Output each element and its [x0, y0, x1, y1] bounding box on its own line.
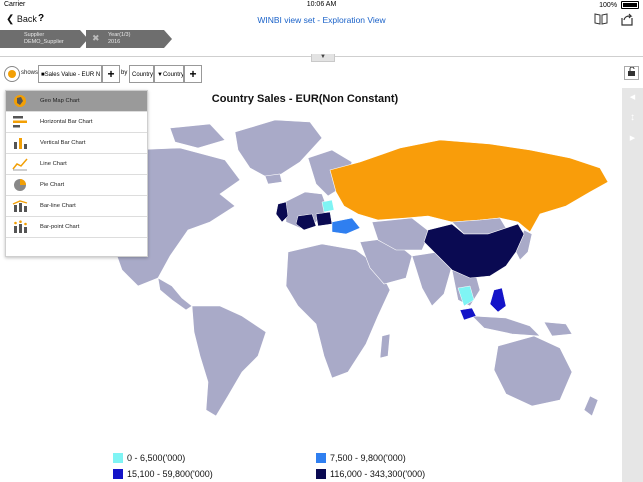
breadcrumb-arrow: [164, 30, 172, 48]
close-icon[interactable]: ✖: [92, 33, 100, 44]
menu-item-geo-map[interactable]: Geo Map Chart: [6, 91, 147, 112]
chart-title: Country Sales - EUR(Non Constant): [211, 93, 399, 105]
breadcrumb-supplier-value: DEMO_Supplier: [24, 39, 64, 45]
country-australia: [493, 335, 573, 407]
battery-status: 100%: [599, 1, 639, 9]
pie-chart-icon: [14, 179, 26, 191]
battery-percent: 100%: [599, 1, 618, 9]
menu-item-label: Line Chart: [40, 161, 67, 167]
breadcrumb-year-value: 2016: [108, 39, 121, 45]
shows-label: shows: [21, 70, 39, 76]
country-central-america: [157, 277, 193, 311]
dimension-dropdown[interactable]: ▼Country: [154, 65, 184, 83]
resize-vertical-icon[interactable]: ↕: [622, 112, 643, 123]
country-russia: [329, 139, 609, 233]
legend-label: 0 - 6,500('000): [127, 453, 186, 463]
menu-item-bar-line[interactable]: Bar-line Chart: [6, 196, 147, 217]
bar-point-icon: [14, 220, 27, 233]
breadcrumb: Supplier DEMO_Supplier ✖ Year(1/3) 2016: [0, 30, 643, 48]
country-arctic-islands: [169, 123, 226, 149]
country-madagascar: [379, 333, 391, 359]
legend-swatch: [113, 453, 123, 463]
country-poland: [315, 211, 333, 227]
country-baltics: [321, 199, 335, 213]
menu-item-label: Vertical Bar Chart: [40, 140, 86, 146]
menu-item-vertical-bar[interactable]: Vertical Bar Chart: [6, 133, 147, 154]
arrow-right-icon[interactable]: ▶: [622, 134, 643, 142]
by-label: by: [121, 70, 128, 76]
country-ukraine: [331, 217, 361, 235]
status-bar: Carrier 10:06 AM 100%: [0, 0, 643, 10]
share-icon[interactable]: [620, 13, 634, 29]
country-philippines: [489, 287, 507, 313]
menu-item-label: Bar-point Chart: [40, 224, 80, 230]
breadcrumb-item-supplier[interactable]: Supplier DEMO_Supplier: [0, 30, 80, 48]
add-dimension-button[interactable]: +: [184, 65, 202, 83]
navigation-bar: ❮ Back ? WINBI view set - Exploration Vi…: [0, 10, 643, 30]
breadcrumb-year-label: Year(1/3): [108, 32, 131, 38]
country-iceland: [264, 173, 283, 185]
map-legend: 0 - 6,500('000) 7,500 - 9,800('000) 15,1…: [0, 450, 643, 482]
chart-type-menu: Geo Map Chart Horizontal Bar Chart Verti…: [5, 90, 148, 257]
legend-swatch: [316, 469, 326, 479]
measure-select[interactable]: ■Sales Value - EUR N: [38, 65, 102, 83]
country-indonesia: [471, 315, 541, 337]
legend-swatch: [113, 469, 123, 479]
battery-icon: [621, 1, 639, 9]
legend-swatch: [316, 453, 326, 463]
menu-item-bar-point[interactable]: Bar-point Chart: [6, 217, 147, 238]
chart-type-button[interactable]: [4, 66, 20, 82]
dimension-field[interactable]: Country: [129, 65, 154, 83]
add-measure-button[interactable]: +: [102, 65, 120, 83]
geo-map-icon: [14, 95, 26, 107]
legend-label: 15,100 - 59,800('000): [127, 469, 213, 479]
unlock-icon[interactable]: [624, 66, 639, 80]
country-south-america: [191, 305, 267, 417]
menu-item-label: Geo Map Chart: [40, 98, 80, 104]
legend-label: 116,000 - 343,300('000): [330, 469, 426, 479]
legend-label: 7,500 - 9,800('000): [330, 453, 406, 463]
country-new-zealand: [583, 395, 599, 417]
menu-item-pie[interactable]: Pie Chart: [6, 175, 147, 196]
breadcrumb-item-year[interactable]: ✖ Year(1/3) 2016: [86, 30, 164, 48]
vertical-bar-icon: [14, 138, 27, 149]
horizontal-bar-icon: [13, 116, 27, 128]
country-malaysia: [459, 307, 477, 321]
country-greenland: [234, 119, 323, 181]
clock: 10:06 AM: [306, 1, 337, 8]
menu-item-horizontal-bar[interactable]: Horizontal Bar Chart: [6, 112, 147, 133]
chevron-down-icon[interactable]: ▼: [311, 54, 335, 62]
breadcrumb-supplier-label: Supplier: [24, 32, 45, 38]
menu-item-label: Pie Chart: [40, 182, 65, 188]
book-icon[interactable]: [594, 13, 608, 28]
right-rail[interactable]: ◀ ↕ ▶: [622, 88, 643, 482]
page-title: WINBI view set - Exploration View: [257, 15, 386, 25]
arrow-left-icon[interactable]: ◀: [622, 93, 643, 101]
menu-item-label: Horizontal Bar Chart: [40, 119, 93, 125]
line-chart-icon: [12, 158, 28, 171]
menu-item-line[interactable]: Line Chart: [6, 154, 147, 175]
bar-line-icon: [12, 200, 28, 212]
country-papua: [543, 321, 573, 337]
menu-item-label: Bar-line Chart: [40, 203, 76, 209]
